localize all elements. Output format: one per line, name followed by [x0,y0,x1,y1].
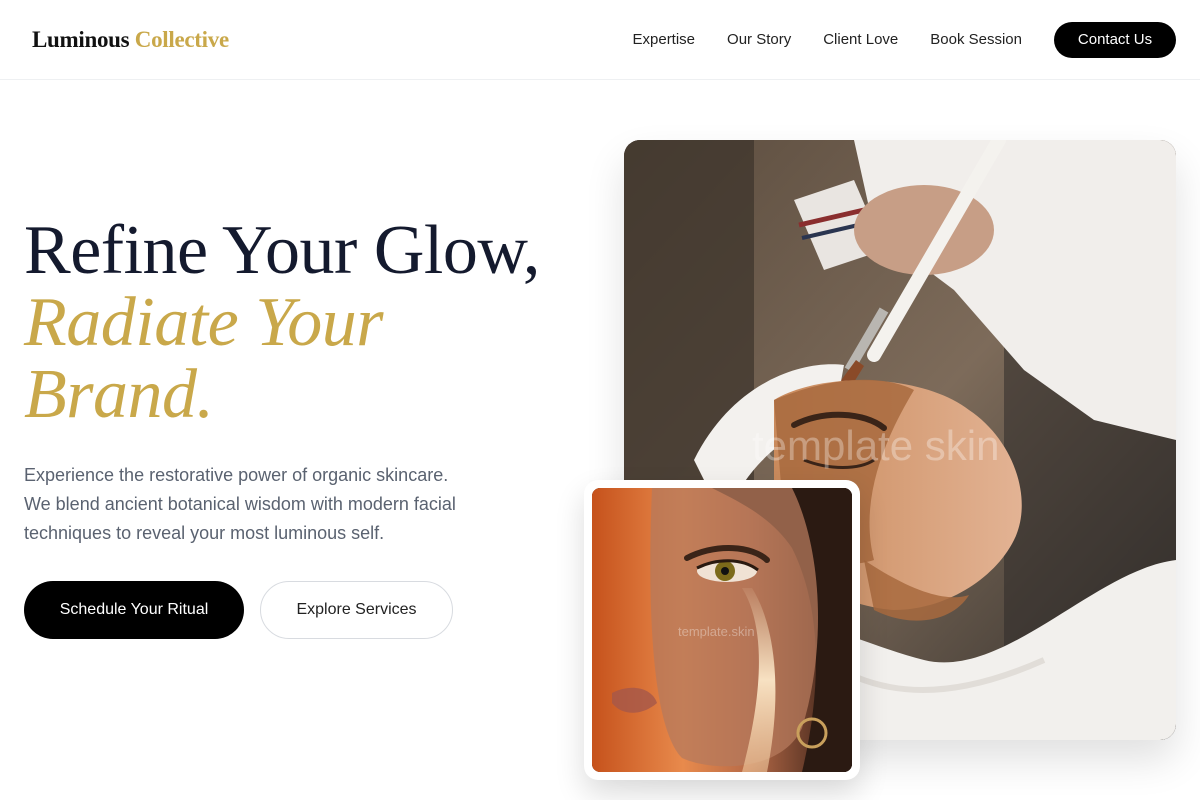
contact-us-button[interactable]: Contact Us [1054,21,1176,58]
top-navigation: Luminous Collective Expertise Our Story … [0,0,1200,80]
nav-link-expertise[interactable]: Expertise [633,31,696,48]
hero-content: Refine Your Glow, Radiate Your Brand. Ex… [24,215,584,639]
hero-actions: Schedule Your Ritual Explore Services [24,581,584,639]
nav-link-book-session[interactable]: Book Session [930,31,1022,48]
main-image-watermark: template skin [752,422,1000,469]
headline-line-3: Brand. [24,356,214,433]
nav-link-client-love[interactable]: Client Love [823,31,898,48]
portrait-image: template.skin [592,488,852,772]
hero-description: Experience the restorative power of orga… [24,465,456,543]
portrait-image-card: template.skin [584,480,860,780]
nav-link-our-story[interactable]: Our Story [727,31,791,48]
hero-headline: Refine Your Glow, Radiate Your Brand. [24,215,584,431]
headline-line-2: Radiate Your [24,284,383,361]
headline-line-1: Refine Your Glow, [24,212,540,289]
explore-services-button[interactable]: Explore Services [260,581,453,639]
brand-logo[interactable]: Luminous Collective [32,27,229,53]
brand-name-primary: Luminous [32,26,130,52]
nav-links: Expertise Our Story Client Love Book Ses… [633,21,1176,58]
schedule-ritual-button[interactable]: Schedule Your Ritual [24,581,244,639]
brand-name-accent: Collective [134,26,229,52]
portrait-image-watermark: template.skin [678,624,755,639]
